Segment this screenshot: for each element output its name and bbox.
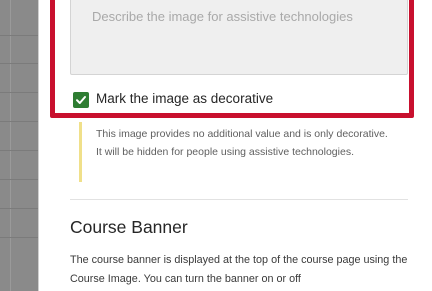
course-banner-heading: Course Banner	[70, 217, 188, 237]
course-banner-description: The course banner is displayed at the to…	[70, 254, 408, 285]
help-accent-bar	[79, 122, 82, 182]
decorative-help-text: This image provides no additional value …	[96, 128, 388, 158]
screen: Describe the image for assistive technol…	[0, 0, 432, 291]
decorative-checkbox-label[interactable]: Mark the image as decorative	[96, 91, 273, 106]
decorative-checkbox[interactable]	[73, 92, 89, 108]
dimmed-sidebar	[0, 0, 38, 291]
checkmark-icon	[76, 96, 86, 104]
alt-text-placeholder: Describe the image for assistive technol…	[92, 9, 353, 24]
section-divider	[70, 199, 408, 200]
